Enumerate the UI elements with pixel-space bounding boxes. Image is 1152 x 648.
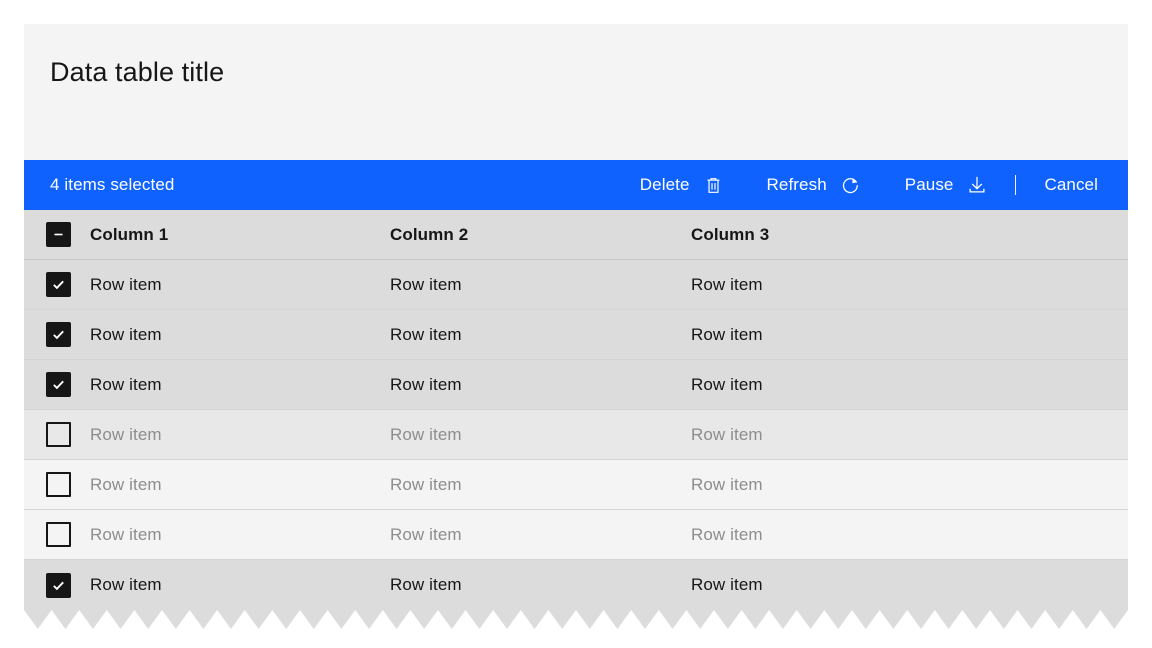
select-all-checkbox[interactable]	[46, 222, 71, 247]
row-select-cell	[24, 272, 90, 297]
row-select-cell	[24, 422, 90, 447]
row-cell-2: Row item	[390, 325, 691, 345]
row-cell-2: Row item	[390, 475, 691, 495]
cancel-button-label: Cancel	[1044, 175, 1098, 195]
row-cell-2: Row item	[390, 575, 691, 595]
selection-count-label: 4 items selected	[24, 175, 174, 195]
restart-icon	[841, 175, 861, 195]
table-row[interactable]: Row item Row item Row item	[24, 310, 1128, 360]
indeterminate-dash-icon	[52, 228, 65, 241]
row-cell-2: Row item	[390, 425, 691, 445]
row-checkbox[interactable]	[46, 322, 71, 347]
row-cell-1: Row item	[90, 425, 390, 445]
pause-button[interactable]: Pause	[883, 160, 1010, 210]
select-all-cell	[24, 222, 90, 247]
row-cell-1: Row item	[90, 325, 390, 345]
table-row[interactable]: Row item Row item Row item	[24, 560, 1128, 610]
row-cell-2: Row item	[390, 275, 691, 295]
column-header-2[interactable]: Column 2	[390, 225, 691, 245]
table-row[interactable]: Row item Row item Row item	[24, 410, 1128, 460]
row-cell-1: Row item	[90, 375, 390, 395]
row-select-cell	[24, 472, 90, 497]
table-header-row: Column 1 Column 2 Column 3	[24, 210, 1128, 260]
row-cell-2: Row item	[390, 525, 691, 545]
row-cell-2: Row item	[390, 375, 691, 395]
table-row[interactable]: Row item Row item Row item	[24, 360, 1128, 410]
checkmark-icon	[51, 377, 66, 392]
pause-button-label: Pause	[905, 175, 954, 195]
row-select-cell	[24, 573, 90, 598]
row-cell-3: Row item	[691, 275, 1128, 295]
table-row[interactable]: Row item Row item Row item	[24, 460, 1128, 510]
row-select-cell	[24, 372, 90, 397]
cancel-button[interactable]: Cancel	[1022, 160, 1128, 210]
row-checkbox[interactable]	[46, 573, 71, 598]
page-root: Data table title 4 items selected Delete	[0, 0, 1152, 648]
checkmark-icon	[51, 578, 66, 593]
table-header: Data table title	[24, 24, 1128, 160]
row-cell-3: Row item	[691, 425, 1128, 445]
row-cell-1: Row item	[90, 275, 390, 295]
torn-edge-indicator	[24, 610, 1128, 632]
row-checkbox[interactable]	[46, 272, 71, 297]
column-header-3[interactable]: Column 3	[691, 225, 1128, 245]
row-checkbox[interactable]	[46, 422, 71, 447]
data-table: Data table title 4 items selected Delete	[24, 24, 1128, 632]
row-cell-3: Row item	[691, 325, 1128, 345]
row-checkbox[interactable]	[46, 522, 71, 547]
table-row[interactable]: Row item Row item Row item	[24, 260, 1128, 310]
batch-action-toolbar: 4 items selected Delete Refresh	[24, 160, 1128, 210]
row-cell-3: Row item	[691, 475, 1128, 495]
row-cell-3: Row item	[691, 575, 1128, 595]
row-checkbox[interactable]	[46, 472, 71, 497]
column-header-1[interactable]: Column 1	[90, 225, 390, 245]
row-cell-1: Row item	[90, 575, 390, 595]
zigzag-icon	[24, 610, 1128, 632]
page-title: Data table title	[50, 54, 1128, 90]
table-grid: Column 1 Column 2 Column 3 Row item Row …	[24, 210, 1128, 632]
delete-button-label: Delete	[640, 175, 690, 195]
delete-button[interactable]: Delete	[618, 160, 745, 210]
table-row[interactable]: Row item Row item Row item	[24, 510, 1128, 560]
toolbar-divider	[1015, 175, 1016, 195]
checkmark-icon	[51, 277, 66, 292]
row-cell-3: Row item	[691, 375, 1128, 395]
refresh-button-label: Refresh	[767, 175, 827, 195]
refresh-button[interactable]: Refresh	[745, 160, 883, 210]
download-icon	[967, 175, 987, 195]
row-cell-1: Row item	[90, 525, 390, 545]
batch-actions-group: Delete Refresh	[618, 160, 1128, 210]
row-select-cell	[24, 322, 90, 347]
row-checkbox[interactable]	[46, 372, 71, 397]
row-cell-3: Row item	[691, 525, 1128, 545]
trash-icon	[704, 176, 723, 195]
row-cell-1: Row item	[90, 475, 390, 495]
row-select-cell	[24, 522, 90, 547]
checkmark-icon	[51, 327, 66, 342]
